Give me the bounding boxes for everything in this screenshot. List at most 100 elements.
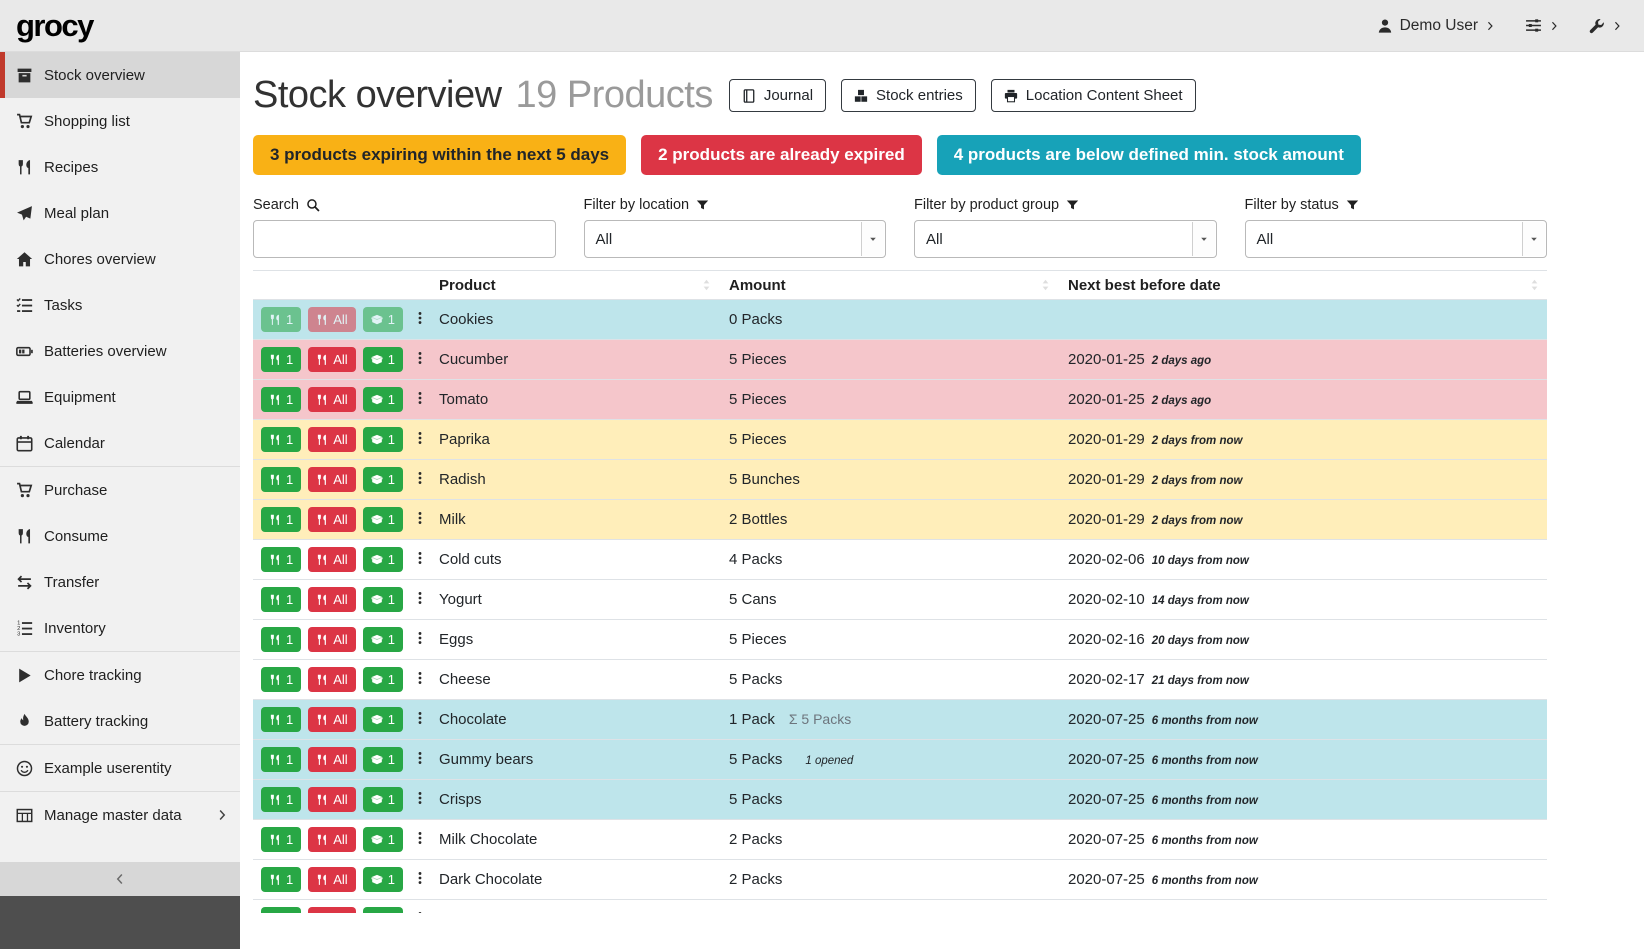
sidebar-item-inventory[interactable]: 123 Inventory bbox=[0, 605, 240, 651]
search-input[interactable] bbox=[253, 220, 556, 258]
open-one-button[interactable]: 1 bbox=[363, 307, 403, 332]
consume-one-button[interactable]: 1 bbox=[261, 627, 301, 652]
column-header-amount[interactable]: Amount bbox=[719, 271, 1058, 300]
row-menu-button[interactable] bbox=[411, 587, 429, 612]
open-one-button[interactable]: 1 bbox=[363, 467, 403, 492]
consume-all-button[interactable]: All bbox=[308, 387, 355, 412]
sidebar-item-chore-tracking[interactable]: Chore tracking bbox=[0, 652, 240, 698]
open-one-button[interactable]: 1 bbox=[363, 387, 403, 412]
row-menu-button[interactable] bbox=[411, 707, 429, 732]
consume-all-button[interactable]: All bbox=[308, 507, 355, 532]
sidebar-item-stock-overview[interactable]: Stock overview bbox=[0, 52, 240, 98]
sidebar-item-battery-tracking[interactable]: Battery tracking bbox=[0, 698, 240, 744]
consume-all-button[interactable]: All bbox=[308, 467, 355, 492]
row-menu-button[interactable] bbox=[411, 547, 429, 572]
consume-all-button[interactable]: All bbox=[308, 307, 355, 332]
sidebar-item-manage-master-data[interactable]: Manage master data bbox=[0, 792, 240, 838]
stock-entries-button[interactable]: Stock entries bbox=[841, 79, 976, 112]
consume-one-button[interactable]: 1 bbox=[261, 667, 301, 692]
sidebar-collapse-button[interactable] bbox=[0, 862, 240, 896]
sidebar-item-shopping-list[interactable]: Shopping list bbox=[0, 98, 240, 144]
sidebar-item-transfer[interactable]: Transfer bbox=[0, 559, 240, 605]
consume-one-button[interactable]: 1 bbox=[261, 907, 301, 913]
consume-all-button[interactable]: All bbox=[308, 827, 355, 852]
row-menu-button[interactable] bbox=[411, 787, 429, 812]
consume-one-button[interactable]: 1 bbox=[261, 347, 301, 372]
row-menu-button[interactable] bbox=[411, 347, 429, 372]
consume-all-button[interactable]: All bbox=[308, 587, 355, 612]
consume-one-button[interactable]: 1 bbox=[261, 747, 301, 772]
row-menu-button[interactable] bbox=[411, 307, 429, 332]
open-one-button[interactable]: 1 bbox=[363, 867, 403, 892]
sidebar-item-recipes[interactable]: Recipes bbox=[0, 144, 240, 190]
consume-all-button[interactable]: All bbox=[308, 867, 355, 892]
row-menu-button[interactable] bbox=[411, 867, 429, 892]
consume-all-button[interactable]: All bbox=[308, 347, 355, 372]
open-one-button[interactable]: 1 bbox=[363, 347, 403, 372]
open-one-button[interactable]: 1 bbox=[363, 587, 403, 612]
consume-one-button[interactable]: 1 bbox=[261, 507, 301, 532]
admin-menu[interactable] bbox=[1589, 18, 1622, 34]
expired-banner[interactable]: 2 products are already expired bbox=[641, 135, 922, 175]
sidebar-item-chores-overview[interactable]: Chores overview bbox=[0, 236, 240, 282]
consume-all-button[interactable]: All bbox=[308, 667, 355, 692]
row-menu-button[interactable] bbox=[411, 747, 429, 772]
sidebar-item-batteries-overview[interactable]: Batteries overview bbox=[0, 328, 240, 374]
consume-one-button[interactable]: 1 bbox=[261, 467, 301, 492]
consume-all-button[interactable]: All bbox=[308, 747, 355, 772]
sidebar-item-example-userentity[interactable]: Example userentity bbox=[0, 745, 240, 791]
column-header-next-best-before-date[interactable]: Next best before date bbox=[1058, 271, 1547, 300]
row-menu-button[interactable] bbox=[411, 387, 429, 412]
open-one-button[interactable]: 1 bbox=[363, 787, 403, 812]
sidebar-item-tasks[interactable]: Tasks bbox=[0, 282, 240, 328]
row-menu-button[interactable] bbox=[411, 907, 429, 913]
column-header-product[interactable]: Product bbox=[429, 271, 719, 300]
open-one-button[interactable]: 1 bbox=[363, 507, 403, 532]
consume-one-button[interactable]: 1 bbox=[261, 387, 301, 412]
row-menu-button[interactable] bbox=[411, 427, 429, 452]
status-select[interactable]: All bbox=[1245, 220, 1548, 258]
row-menu-button[interactable] bbox=[411, 467, 429, 492]
consume-one-button[interactable]: 1 bbox=[261, 307, 301, 332]
location-select[interactable]: All bbox=[584, 220, 887, 258]
sidebar-item-calendar[interactable]: Calendar bbox=[0, 420, 240, 466]
open-one-button[interactable]: 1 bbox=[363, 427, 403, 452]
open-one-button[interactable]: 1 bbox=[363, 907, 403, 913]
settings-menu[interactable] bbox=[1525, 17, 1559, 34]
consume-all-button[interactable]: All bbox=[308, 707, 355, 732]
location-content-sheet-button[interactable]: Location Content Sheet bbox=[991, 79, 1196, 112]
open-one-button[interactable]: 1 bbox=[363, 827, 403, 852]
consume-one-button[interactable]: 1 bbox=[261, 427, 301, 452]
open-one-button[interactable]: 1 bbox=[363, 627, 403, 652]
open-one-button[interactable]: 1 bbox=[363, 547, 403, 572]
consume-one-button[interactable]: 1 bbox=[261, 587, 301, 612]
below-min-stock-banner[interactable]: 4 products are below defined min. stock … bbox=[937, 135, 1361, 175]
consume-all-button[interactable]: All bbox=[308, 907, 355, 913]
row-menu-button[interactable] bbox=[411, 627, 429, 652]
sidebar-item-consume[interactable]: Consume bbox=[0, 513, 240, 559]
consume-all-button[interactable]: All bbox=[308, 427, 355, 452]
journal-button[interactable]: Journal bbox=[729, 79, 826, 112]
open-one-button[interactable]: 1 bbox=[363, 707, 403, 732]
user-menu[interactable]: Demo User bbox=[1377, 17, 1495, 35]
app-logo[interactable]: grocy bbox=[16, 8, 93, 44]
consume-one-button[interactable]: 1 bbox=[261, 827, 301, 852]
row-menu-button[interactable] bbox=[411, 827, 429, 852]
consume-all-button[interactable]: All bbox=[308, 787, 355, 812]
sidebar-item-meal-plan[interactable]: Meal plan bbox=[0, 190, 240, 236]
sidebar-item-purchase[interactable]: Purchase bbox=[0, 467, 240, 513]
consume-one-button[interactable]: 1 bbox=[261, 867, 301, 892]
row-menu-button[interactable] bbox=[411, 667, 429, 692]
sidebar-nav: Stock overview Shopping list Recipes Mea… bbox=[0, 52, 240, 838]
consume-one-button[interactable]: 1 bbox=[261, 787, 301, 812]
open-one-button[interactable]: 1 bbox=[363, 667, 403, 692]
row-menu-button[interactable] bbox=[411, 507, 429, 532]
sidebar-item-equipment[interactable]: Equipment bbox=[0, 374, 240, 420]
expiring-soon-banner[interactable]: 3 products expiring within the next 5 da… bbox=[253, 135, 626, 175]
open-one-button[interactable]: 1 bbox=[363, 747, 403, 772]
product-group-select[interactable]: All bbox=[914, 220, 1217, 258]
consume-one-button[interactable]: 1 bbox=[261, 707, 301, 732]
consume-one-button[interactable]: 1 bbox=[261, 547, 301, 572]
consume-all-button[interactable]: All bbox=[308, 547, 355, 572]
consume-all-button[interactable]: All bbox=[308, 627, 355, 652]
